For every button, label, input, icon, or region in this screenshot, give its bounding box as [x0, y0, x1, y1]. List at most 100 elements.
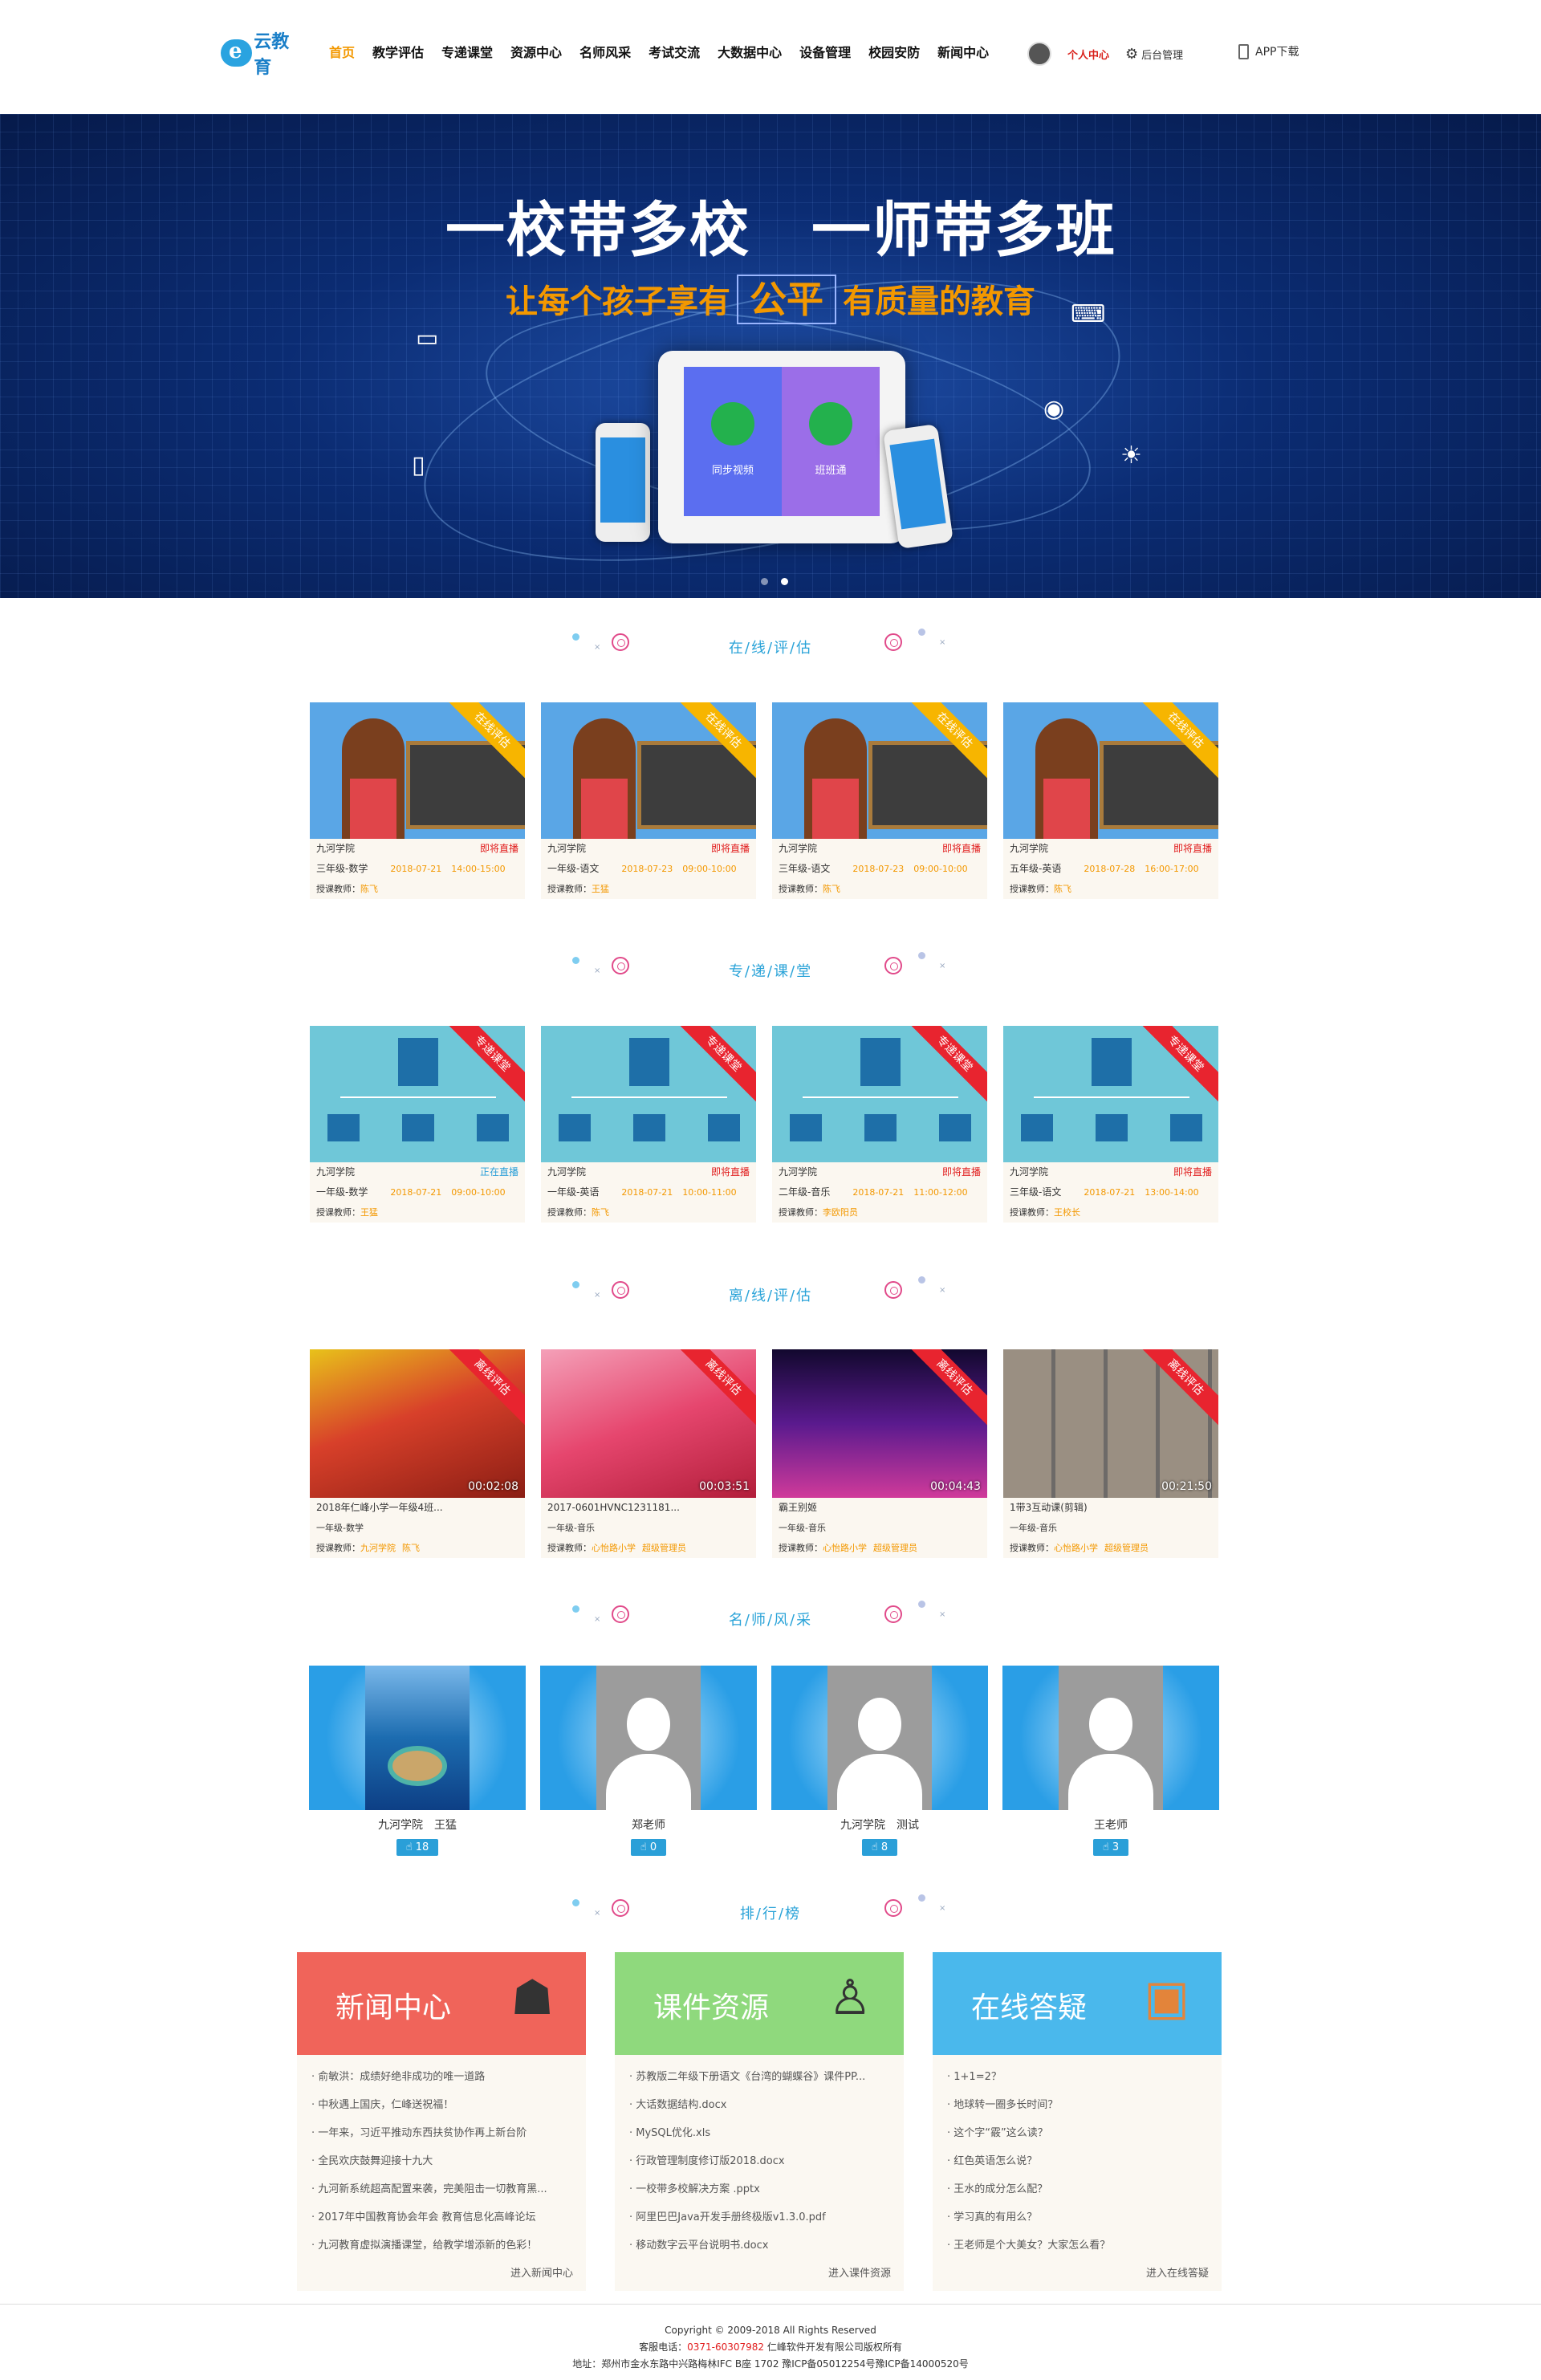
course-thumbnail: 专递课堂	[310, 1026, 525, 1162]
teacher-list: 九河学院 王猛 ☝ 18 郑老师 ☝ 0 九河学院 测试 ☝ 8 王老师 ☝ 3	[309, 1666, 1219, 1856]
zhuandi-card[interactable]: 专递课堂 九河学院 即将直播 一年级-英语 2018-07-21 10:00-11:0…	[541, 1026, 756, 1223]
card-ribbon: 专递课堂	[441, 1026, 525, 1105]
app-download-link[interactable]: APP下载	[1238, 43, 1299, 59]
cloud-logo-icon	[221, 39, 253, 67]
like-badge[interactable]: ☝ 0	[630, 1839, 667, 1856]
card-date: 2018-07-21	[621, 1187, 673, 1198]
list-item[interactable]: · 红色英语怎么说？	[947, 2147, 1207, 2175]
tablet-image: 同步视频 班班通	[658, 351, 905, 543]
reader-icon: ☗	[510, 1970, 554, 2026]
teacher-photo	[309, 1666, 526, 1810]
offline-video-card[interactable]: 离线评估 00:03:51 2017-0601HVNC1231181... 一年…	[541, 1349, 756, 1558]
list-item[interactable]: · 王水的成分怎么配？	[947, 2175, 1207, 2203]
teacher-card[interactable]: 九河学院 测试 ☝ 8	[771, 1666, 988, 1856]
card-grade: 三年级-语文	[779, 863, 831, 874]
card-time: 10:00-11:00	[682, 1187, 737, 1198]
video-title: 2018年仁峰小学一年级4班...	[316, 1502, 443, 1513]
qa-list: · 1+1=2？ · 地球转一圈多长时间？ · 这个字“霰”这么读？ · 红色英…	[933, 2055, 1222, 2260]
list-item[interactable]: · 大话数据结构.docx	[629, 2091, 889, 2119]
list-item[interactable]: · 1+1=2？	[947, 2063, 1207, 2091]
ranking-panels: 新闻中心 ☗ · 俞敏洪：成绩好绝非成功的唯一道路 · 中秋遇上国庆，仁峰送祝福…	[297, 1952, 1222, 2291]
like-badge[interactable]: ☝ 8	[861, 1839, 898, 1856]
card-date: 2018-07-21	[390, 864, 442, 874]
list-item[interactable]: · MySQL优化.xls	[629, 2119, 889, 2147]
like-badge[interactable]: ☝ 18	[396, 1839, 439, 1856]
zhuandi-card[interactable]: 专递课堂 九河学院 即将直播 三年级-语文 2018-07-21 13:00-14:0…	[1003, 1026, 1218, 1223]
online-eval-card[interactable]: 在线评估 九河学院 即将直播 三年级-数学 2018-07-21 14:00-15:0…	[310, 702, 525, 899]
teacher-board-icon: ♙	[828, 1970, 872, 2026]
teacher-card[interactable]: 九河学院 王猛 ☝ 18	[309, 1666, 526, 1856]
list-item[interactable]: · 移动数字云平台说明书.docx	[629, 2232, 889, 2260]
card-teacher: 李欧阳员	[823, 1207, 858, 1218]
section-title: 在/线/评/估	[728, 640, 813, 657]
list-item[interactable]: · 一校带多校解决方案 .pptx	[629, 2175, 889, 2203]
card-school: 心怡路小学	[823, 1543, 867, 1553]
teacher-card[interactable]: 王老师 ☝ 3	[1002, 1666, 1219, 1856]
zhuandi-card[interactable]: 专递课堂 九河学院 正在直播 一年级-数学 2018-07-21 09:00-10:0…	[310, 1026, 525, 1223]
offline-eval-list: 离线评估 00:02:08 2018年仁峰小学一年级4班... 一年级-数学 授…	[310, 1349, 1218, 1558]
nav-home[interactable]: 首页	[329, 42, 355, 61]
list-item[interactable]: · 全民欢庆鼓舞迎接十九大	[311, 2147, 571, 2175]
offline-video-card[interactable]: 离线评估 00:02:08 2018年仁峰小学一年级4班... 一年级-数学 授…	[310, 1349, 525, 1558]
nav-teaching-eval[interactable]: 教学评估	[372, 42, 424, 61]
more-link[interactable]: 进入课件资源	[615, 2260, 904, 2291]
list-item[interactable]: · 苏教版二年级下册语文《台湾的蝴蝶谷》课件PP...	[629, 2063, 889, 2091]
card-teacher: 王校长	[1054, 1207, 1080, 1218]
card-teacher-label: 授课教师：	[1010, 1543, 1054, 1553]
online-eval-card[interactable]: 在线评估 九河学院 即将直播 一年级-语文 2018-07-23 09:00-10:0…	[541, 702, 756, 899]
card-ribbon: 专递课堂	[673, 1026, 756, 1105]
card-time: 09:00-10:00	[451, 1187, 506, 1198]
carousel-dot-active[interactable]	[781, 578, 788, 585]
card-school: 九河学院	[1010, 843, 1049, 854]
online-eval-card[interactable]: 在线评估 九河学院 即将直播 五年级-英语 2018-07-28 16:00-17:0…	[1003, 702, 1218, 899]
list-item[interactable]: · 中秋遇上国庆，仁峰送祝福！	[311, 2091, 571, 2119]
list-item[interactable]: · 九河教育虚拟演播课堂，给教学增添新的色彩！	[311, 2232, 571, 2260]
site-logo[interactable]: 云教育	[221, 31, 301, 77]
video-duration: 00:02:08	[468, 1480, 518, 1493]
nav-resources[interactable]: 资源中心	[510, 42, 562, 61]
list-item[interactable]: · 地球转一圈多长时间？	[947, 2091, 1207, 2119]
nav-bigdata[interactable]: 大数据中心	[718, 42, 782, 61]
nav-security[interactable]: 校园安防	[868, 42, 920, 61]
admin-link[interactable]: 后台管理	[1141, 47, 1183, 62]
list-item[interactable]: · 2017年中国教育协会年会 教育信息化高峰论坛	[311, 2203, 571, 2232]
card-teacher-label: 授课教师：	[547, 1207, 592, 1218]
user-center-link[interactable]: 个人中心	[1067, 47, 1109, 62]
list-item[interactable]: · 九河新系统超高配置来袭，完美阻击一切教育黑...	[311, 2175, 571, 2203]
like-badge[interactable]: ☝ 3	[1092, 1839, 1129, 1856]
carousel-dot[interactable]	[761, 578, 768, 585]
card-teacher: 陈飞	[1054, 884, 1071, 894]
course-thumbnail: 专递课堂	[772, 1026, 987, 1162]
card-status: 即将直播	[941, 843, 981, 854]
panel-header: 在线答疑 ▣	[933, 1952, 1222, 2055]
nav-teachers[interactable]: 名师风采	[579, 42, 631, 61]
online-eval-card[interactable]: 在线评估 九河学院 即将直播 三年级-语文 2018-07-23 09:00-10:0…	[772, 702, 987, 899]
panel-courseware: 课件资源 ♙ · 苏教版二年级下册语文《台湾的蝴蝶谷》课件PP... · 大话数…	[615, 1952, 904, 2291]
list-item[interactable]: · 一年来，习近平推动东西扶贫协作再上新台阶	[311, 2119, 571, 2147]
section-title: 专/递/课/堂	[728, 963, 813, 980]
browser-icon: ▭	[416, 324, 439, 352]
avatar[interactable]	[1027, 42, 1051, 66]
more-link[interactable]: 进入新闻中心	[297, 2260, 586, 2291]
nav-devices[interactable]: 设备管理	[799, 42, 851, 61]
list-item[interactable]: · 学习真的有用么？	[947, 2203, 1207, 2232]
section-title: 名/师/风/采	[728, 1612, 813, 1629]
list-item[interactable]: · 行政管理制度修订版2018.docx	[629, 2147, 889, 2175]
offline-video-card[interactable]: 离线评估 00:04:43 霸王别姬 一年级-音乐 授课教师： 心怡路小学 超级管理…	[772, 1349, 987, 1558]
more-link[interactable]: 进入在线答疑	[933, 2260, 1222, 2291]
zhuandi-card[interactable]: 专递课堂 九河学院 即将直播 二年级-音乐 2018-07-21 11:00-12:0…	[772, 1026, 987, 1223]
list-item[interactable]: · 王老师是个大美女？大家怎么看？	[947, 2232, 1207, 2260]
teacher-card[interactable]: 郑老师 ☝ 0	[540, 1666, 757, 1856]
nav-exam[interactable]: 考试交流	[649, 42, 700, 61]
card-date: 2018-07-21	[1084, 1187, 1136, 1198]
card-ribbon: 离线评估	[673, 1349, 756, 1428]
nav-zhuandi[interactable]: 专递课堂	[441, 42, 493, 61]
list-item[interactable]: · 俞敏洪：成绩好绝非成功的唯一道路	[311, 2063, 571, 2091]
nav-news[interactable]: 新闻中心	[937, 42, 989, 61]
video-title: 2017-0601HVNC1231181...	[547, 1502, 680, 1513]
footer-company: 仁峰软件开发有限公司版权所有	[766, 2341, 902, 2353]
card-teacher-label: 授课教师：	[316, 1207, 360, 1218]
list-item[interactable]: · 阿里巴巴Java开发手册终极版v1.3.0.pdf	[629, 2203, 889, 2232]
list-item[interactable]: · 这个字“霰”这么读？	[947, 2119, 1207, 2147]
offline-video-card[interactable]: 离线评估 00:21:50 1带3互动课(剪辑) 一年级-音乐 授课教师： 心怡路…	[1003, 1349, 1218, 1558]
